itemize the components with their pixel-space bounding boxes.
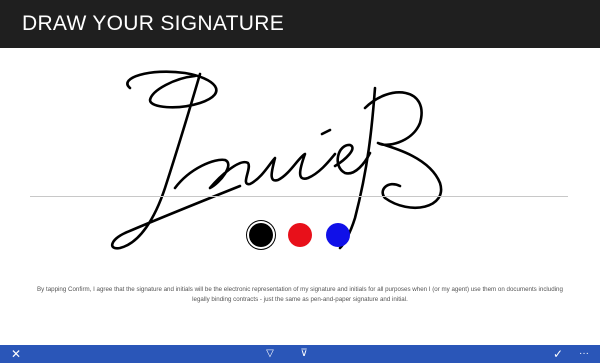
title-bar: DRAW YOUR SIGNATURE: [0, 0, 600, 48]
close-icon[interactable]: ✕: [8, 347, 24, 361]
checkmark-icon[interactable]: ✓: [550, 347, 566, 361]
more-icon[interactable]: ···: [576, 347, 592, 361]
signature-stroke: [363, 91, 443, 209]
filter-icon[interactable]: ▽: [262, 347, 278, 361]
signature-stroke: [173, 152, 337, 190]
signature-stroke: [126, 70, 218, 109]
signature-stroke: [111, 72, 242, 250]
ink-color-red-swatch[interactable]: [288, 223, 312, 247]
consent-text: By tapping Confirm, I agree that the sig…: [37, 286, 563, 303]
ink-color-blue-swatch[interactable]: [326, 223, 350, 247]
filter-clear-icon[interactable]: ⊽: [296, 347, 312, 361]
page-title: DRAW YOUR SIGNATURE: [22, 12, 284, 35]
signature-baseline: [30, 196, 568, 197]
bottom-app-bar: ✕ ▽ ⊽ ✓ ···: [0, 345, 600, 363]
signature-stroke: [320, 128, 332, 136]
ink-color-black-swatch[interactable]: [249, 223, 273, 247]
